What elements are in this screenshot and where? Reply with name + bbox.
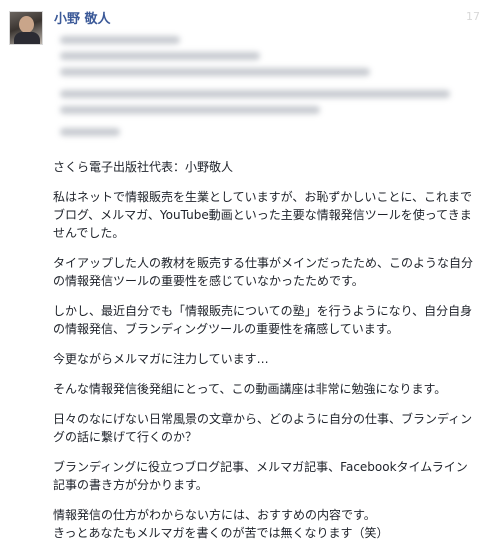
avatar[interactable] (9, 11, 43, 45)
post-paragraph: 私はネットで情報販売を生業としていますが、お恥ずかしいことに、これまでブログ、メ… (53, 190, 473, 240)
blurred-line (60, 36, 180, 44)
blurred-line (60, 68, 370, 76)
post-paragraph: ブランディングに役立つブログ記事、メルマガ記事、Facebookタイムライン記事… (53, 460, 468, 492)
author-name-link[interactable]: 小野 敬人 (54, 8, 111, 27)
blurred-line (60, 90, 450, 98)
post-paragraph: しかし、最近自分でも「情報販売についての塾」を行うようになり、自分自身の情報発信… (53, 304, 473, 336)
post-paragraph: そんな情報発信後発組にとって、この動画講座は非常に勉強になります。 (53, 382, 447, 396)
blurred-line (60, 52, 260, 60)
blurred-line (60, 128, 120, 136)
blurred-text-region (56, 30, 464, 148)
post-paragraph: 情報発信の仕方がわからない方には、おすすめの内容です。 きっとあなたもメルマガを… (53, 508, 389, 540)
post-paragraph: 日々のなにげない日常風景の文章から、どのように自分の仕事、ブランディングの話に繋… (53, 412, 473, 444)
post-paragraph: タイアップした人の教材を販売する仕事がメインだったため、このような自分の情報発信… (53, 256, 474, 288)
avatar-face (19, 16, 34, 33)
post-timestamp[interactable]: 17 (466, 10, 480, 23)
blurred-line (60, 106, 320, 114)
post-body: さくら電子出版社代表：小野敬人 私はネットで情報販売を生業としていますが、お恥ず… (53, 158, 473, 542)
post-paragraph: 今更ながらメルマガに注力しています… (53, 352, 269, 366)
post-paragraph: さくら電子出版社代表：小野敬人 (53, 160, 234, 174)
avatar-body (14, 32, 40, 44)
